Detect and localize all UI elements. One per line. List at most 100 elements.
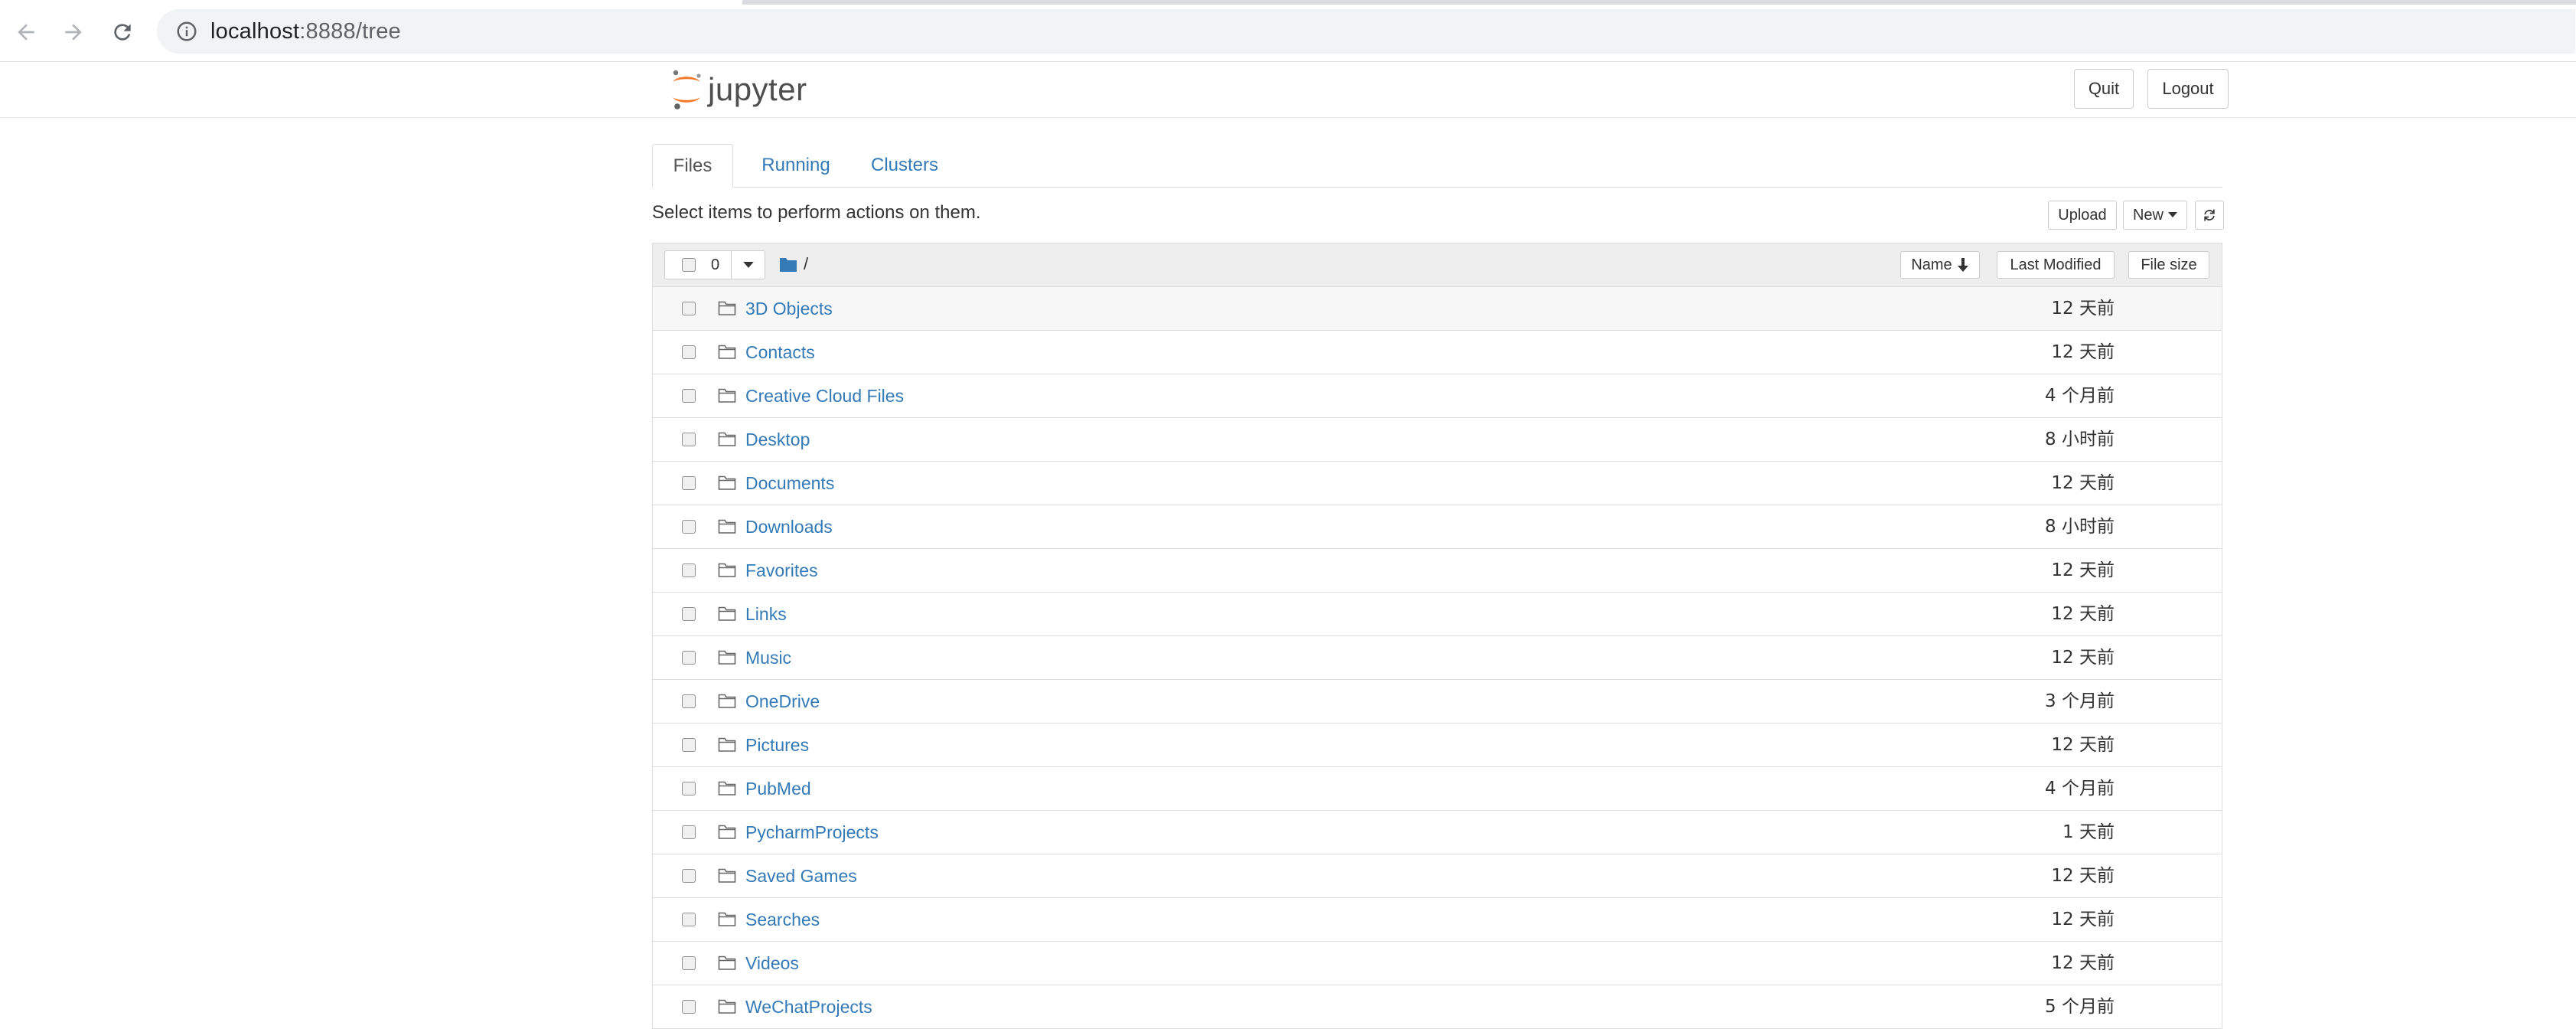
folder-icon	[718, 737, 736, 752]
item-name-link[interactable]: Saved Games	[745, 865, 857, 887]
list-item[interactable]: PycharmProjects 1 天前	[653, 811, 2222, 854]
list-item[interactable]: Creative Cloud Files 4 个月前	[653, 374, 2222, 418]
item-name-link[interactable]: Links	[745, 603, 787, 625]
sort-name-button[interactable]: Name	[1900, 251, 1980, 279]
list-item[interactable]: WeChatProjects 5 个月前	[653, 985, 2222, 1029]
quit-button[interactable]: Quit	[2074, 69, 2134, 109]
list-item[interactable]: Searches 12 天前	[653, 898, 2222, 942]
item-name-link[interactable]: OneDrive	[745, 691, 820, 712]
info-icon[interactable]	[175, 20, 198, 43]
item-checkbox[interactable]	[682, 782, 696, 795]
item-checkbox[interactable]	[682, 564, 696, 577]
item-checkbox[interactable]	[682, 913, 696, 926]
item-checkbox[interactable]	[682, 738, 696, 752]
list-item[interactable]: Documents 12 天前	[653, 462, 2222, 505]
logout-button[interactable]: Logout	[2147, 69, 2229, 109]
item-name-link[interactable]: Documents	[745, 472, 834, 494]
folder-icon	[718, 563, 736, 577]
item-checkbox[interactable]	[682, 651, 696, 665]
item-modified: 5 个月前	[2045, 997, 2115, 1017]
item-checkbox[interactable]	[682, 607, 696, 621]
file-list-header: 0 / Name Last Modified File size	[653, 243, 2222, 287]
arrow-right-icon	[65, 24, 82, 41]
list-item[interactable]: Music 12 天前	[653, 636, 2222, 680]
item-checkbox[interactable]	[682, 869, 696, 883]
reload-button[interactable]	[103, 12, 142, 52]
item-modified: 12 天前	[2051, 299, 2115, 318]
list-item[interactable]: Favorites 12 天前	[653, 549, 2222, 593]
folder-icon	[718, 868, 736, 883]
forward-button[interactable]	[54, 12, 93, 52]
item-modified: 8 小时前	[2045, 517, 2115, 537]
item-checkbox[interactable]	[682, 433, 696, 446]
item-name-link[interactable]: 3D Objects	[745, 298, 833, 319]
item-checkbox[interactable]	[682, 825, 696, 839]
item-name-link[interactable]: Favorites	[745, 560, 818, 581]
jupyter-logo-icon	[673, 70, 701, 109]
item-modified: 12 天前	[2051, 866, 2115, 886]
caret-down-icon	[742, 261, 754, 268]
item-name-link[interactable]: Searches	[745, 909, 820, 930]
select-all-control[interactable]: 0	[664, 250, 732, 279]
item-checkbox[interactable]	[682, 694, 696, 708]
file-rows: 3D Objects 12 天前 Contacts 12 天前 Creative…	[653, 287, 2222, 1029]
item-name-link[interactable]: WeChatProjects	[745, 996, 872, 1018]
sort-size-button[interactable]: File size	[2128, 251, 2209, 279]
new-dropdown-button[interactable]: New	[2123, 201, 2187, 230]
breadcrumb[interactable]: /	[779, 254, 808, 274]
item-name-link[interactable]: PycharmProjects	[745, 822, 879, 843]
item-name-link[interactable]: Pictures	[745, 734, 809, 756]
tab-files[interactable]: Files	[652, 144, 733, 188]
item-modified: 12 天前	[2051, 604, 2115, 624]
folder-icon	[718, 301, 736, 315]
tab-clusters[interactable]: Clusters	[859, 144, 951, 187]
logo-text: jupyter	[708, 71, 807, 107]
list-item[interactable]: 3D Objects 12 天前	[653, 287, 2222, 331]
item-modified: 12 天前	[2051, 648, 2115, 668]
breadcrumb-root[interactable]: /	[804, 254, 808, 274]
list-item[interactable]: Saved Games 12 天前	[653, 854, 2222, 898]
reload-icon	[114, 24, 131, 41]
item-checkbox[interactable]	[682, 956, 696, 970]
jupyter-logo[interactable]: jupyter	[668, 67, 807, 113]
select-all-group: 0	[664, 250, 765, 279]
select-menu-button[interactable]	[732, 250, 765, 279]
sort-modified-button[interactable]: Last Modified	[1997, 251, 2115, 279]
item-name-link[interactable]: Downloads	[745, 516, 833, 537]
list-item[interactable]: Downloads 8 小时前	[653, 505, 2222, 549]
item-checkbox[interactable]	[682, 345, 696, 359]
url-path: :8888/tree	[299, 19, 401, 44]
item-name-link[interactable]: Creative Cloud Files	[745, 385, 904, 407]
item-name-link[interactable]: Videos	[745, 952, 799, 974]
item-modified: 12 天前	[2051, 953, 2115, 973]
list-item[interactable]: PubMed 4 个月前	[653, 767, 2222, 811]
item-name-link[interactable]: Music	[745, 647, 791, 668]
list-item[interactable]: Contacts 12 天前	[653, 331, 2222, 374]
item-name-link[interactable]: Desktop	[745, 429, 810, 450]
refresh-button[interactable]	[2195, 201, 2224, 230]
folder-icon	[718, 999, 736, 1014]
item-checkbox[interactable]	[682, 302, 696, 315]
folder-icon	[718, 475, 736, 490]
item-name-link[interactable]: Contacts	[745, 341, 815, 363]
select-all-checkbox[interactable]	[682, 258, 696, 272]
refresh-icon	[2204, 209, 2215, 221]
item-checkbox[interactable]	[682, 520, 696, 534]
file-list: 0 / Name Last Modified File size 3D Obje…	[652, 243, 2222, 1029]
item-checkbox[interactable]	[682, 1000, 696, 1014]
list-item[interactable]: Videos 12 天前	[653, 942, 2222, 985]
back-button[interactable]	[6, 12, 46, 52]
list-item[interactable]: Desktop 8 小时前	[653, 418, 2222, 462]
upload-button[interactable]: Upload	[2048, 201, 2117, 230]
item-checkbox[interactable]	[682, 389, 696, 403]
address-bar[interactable]: localhost:8888/tree	[157, 9, 2575, 54]
item-checkbox[interactable]	[682, 476, 696, 490]
list-item[interactable]: OneDrive 3 个月前	[653, 680, 2222, 724]
tab-running[interactable]: Running	[744, 144, 848, 187]
item-modified: 12 天前	[2051, 735, 2115, 755]
list-item[interactable]: Pictures 12 天前	[653, 724, 2222, 767]
url-host: localhost	[210, 19, 300, 44]
item-name-link[interactable]: PubMed	[745, 778, 811, 799]
list-item[interactable]: Links 12 天前	[653, 593, 2222, 636]
sort-name-label: Name	[1911, 256, 1952, 273]
